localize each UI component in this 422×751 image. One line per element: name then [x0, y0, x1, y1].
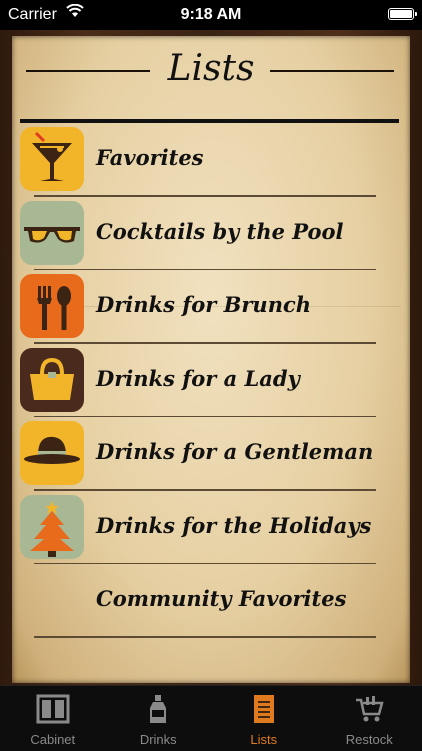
list-item-label: Favorites	[96, 145, 204, 170]
list-item-drinks-for-brunch[interactable]: Drinks for Brunch	[12, 270, 410, 344]
paper-panel: Lists Favorites	[12, 36, 410, 683]
tab-restock[interactable]: Restock	[317, 686, 422, 751]
tab-lists[interactable]: Lists	[211, 686, 317, 751]
shopping-cart-icon	[354, 694, 384, 724]
bottle-icon	[146, 694, 170, 724]
page-title: Lists	[12, 48, 410, 89]
christmas-tree-icon	[20, 495, 84, 559]
list-item-label: Drinks for the Holidays	[96, 513, 371, 538]
list-book-icon	[253, 694, 275, 724]
cabinet-icon	[36, 694, 70, 724]
tab-bar: Cabinet Drinks Lists Restock	[0, 685, 422, 751]
tab-label: Lists	[211, 732, 317, 747]
list-item-drinks-for-the-holidays[interactable]: Drinks for the Holidays	[12, 491, 410, 565]
lists-header: Lists	[12, 36, 410, 122]
tab-label: Cabinet	[0, 732, 106, 747]
list-item-community-favorites[interactable]: Community Favorites	[12, 564, 410, 638]
list-item-label: Drinks for a Gentleman	[96, 439, 373, 464]
list-item-drinks-for-a-lady[interactable]: Drinks for a Lady	[12, 344, 410, 418]
battery-icon	[388, 8, 414, 20]
tab-cabinet[interactable]: Cabinet	[0, 686, 106, 751]
status-time: 9:18 AM	[0, 6, 422, 24]
row-divider	[34, 636, 376, 638]
martini-glass-icon	[20, 127, 84, 191]
tab-drinks[interactable]: Drinks	[106, 686, 212, 751]
handbag-icon	[20, 348, 84, 412]
list-item-cocktails-by-the-pool[interactable]: Cocktails by the Pool	[12, 197, 410, 271]
sunglasses-icon	[20, 201, 84, 265]
list-item-label: Cocktails by the Pool	[96, 219, 344, 244]
list-item-drinks-for-a-gentleman[interactable]: Drinks for a Gentleman	[12, 417, 410, 491]
header-rule-right	[270, 70, 394, 72]
fork-spoon-icon	[20, 274, 84, 338]
status-bar: Carrier 9:18 AM	[0, 0, 422, 30]
list-item-label: Community Favorites	[96, 586, 346, 611]
list-item-label: Drinks for a Lady	[96, 366, 300, 391]
tab-label: Drinks	[106, 732, 212, 747]
fedora-hat-icon	[20, 421, 84, 485]
tab-label: Restock	[317, 732, 422, 747]
list-item-favorites[interactable]: Favorites	[12, 123, 410, 197]
list-item-label: Drinks for Brunch	[96, 292, 311, 317]
